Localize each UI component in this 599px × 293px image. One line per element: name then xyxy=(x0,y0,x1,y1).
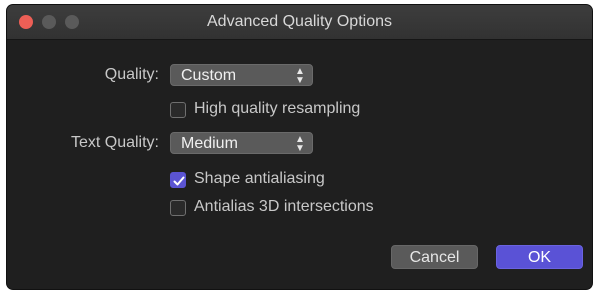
text-quality-label: Text Quality: xyxy=(70,134,159,151)
quality-label: Quality: xyxy=(104,66,159,83)
ok-button[interactable]: OK xyxy=(496,245,583,269)
shape-antialiasing-label: Shape antialiasing xyxy=(194,170,325,187)
shape-antialiasing-checkbox[interactable] xyxy=(170,172,186,188)
shape-antialiasing-row[interactable]: Shape antialiasing xyxy=(170,170,430,190)
title-bar: Advanced Quality Options xyxy=(7,5,592,40)
text-quality-select-value: Medium xyxy=(181,135,238,152)
high-quality-resampling-label: High quality resampling xyxy=(194,100,361,117)
dialog-title: Advanced Quality Options xyxy=(207,13,392,30)
cancel-button[interactable]: Cancel xyxy=(391,245,478,269)
antialias-3d-intersections-checkbox[interactable] xyxy=(170,200,186,216)
quality-select[interactable]: Custom ▲ ▼ xyxy=(170,64,313,86)
checkmark-icon xyxy=(173,176,185,186)
up-down-chevron-icon: ▲ ▼ xyxy=(295,134,305,154)
up-down-chevron-icon: ▲ ▼ xyxy=(295,66,305,86)
high-quality-resampling-row[interactable]: High quality resampling xyxy=(170,100,430,120)
high-quality-resampling-checkbox[interactable] xyxy=(170,102,186,118)
quality-select-value: Custom xyxy=(181,67,237,84)
text-quality-select[interactable]: Medium ▲ ▼ xyxy=(170,132,313,154)
dialog-window: Advanced Quality Options Quality: Custom… xyxy=(7,5,592,289)
antialias-3d-intersections-row[interactable]: Antialias 3D intersections xyxy=(170,198,430,218)
antialias-3d-intersections-label: Antialias 3D intersections xyxy=(194,198,374,215)
